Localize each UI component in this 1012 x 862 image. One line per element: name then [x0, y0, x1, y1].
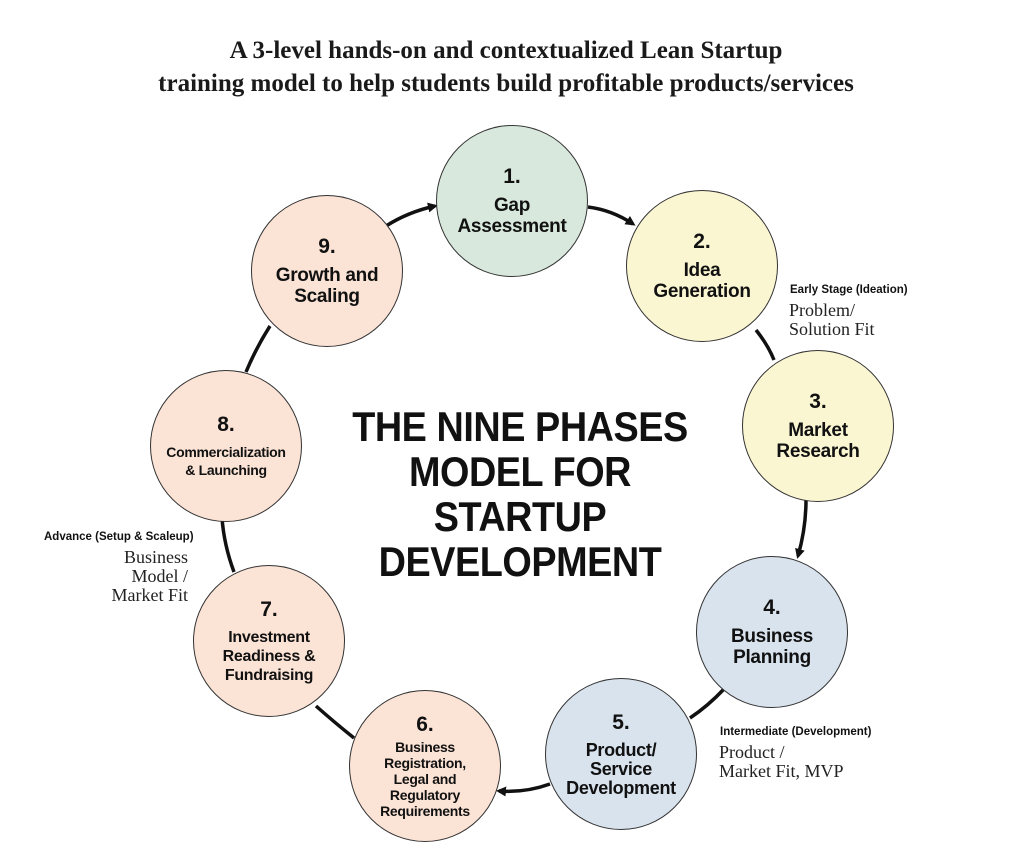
arrow-1-to-2 — [587, 205, 636, 226]
phase-number: 5. — [612, 710, 630, 734]
phase-number: 9. — [318, 235, 336, 258]
phase-label: Growth and Scaling — [275, 265, 379, 307]
phase-3-market-research: 3. Market Research — [742, 350, 894, 502]
phase-2-idea-generation: 2. Idea Generation — [626, 190, 778, 342]
phase-1-gap-assessment: 1. Gap Assessment — [436, 125, 588, 277]
phase-number: 2. — [693, 230, 711, 253]
stage-label-intermediate: Intermediate (Development) — [720, 726, 872, 738]
connector-7-to-8 — [220, 517, 236, 573]
phase-8-commercialization-launching: 8. Commercialization & Launching — [150, 370, 302, 522]
phase-7-investment-readiness: 7. Investment Readiness & Fundraising — [193, 565, 345, 717]
phase-number: 1. — [503, 165, 521, 188]
connector-6-to-7 — [314, 704, 356, 740]
center-title-line: MODEL FOR — [408, 448, 632, 495]
phase-label: Business Planning — [730, 626, 814, 668]
phase-label: Business Registration, Legal and Regulatory… — [380, 739, 470, 819]
stage-sub-intermediate: Product / Market Fit, MVP — [719, 742, 844, 781]
arrow-3-to-4 — [795, 499, 808, 559]
phase-number: 4. — [763, 596, 781, 619]
stage-sub-advance: Business Model / Market Fit — [111, 547, 189, 605]
phase-4-business-planning: 4. Business Planning — [696, 556, 848, 708]
connector-4-to-5 — [689, 687, 726, 720]
phase-label: Idea Generation — [653, 260, 751, 302]
phase-9-growth-and-scaling: 9. Growth and Scaling — [251, 195, 403, 347]
connector-8-to-9 — [244, 325, 272, 373]
phase-5-product-service-development: 5. Product/Service Development — [545, 678, 697, 830]
stage-label-early: Early Stage (Ideation) — [790, 284, 908, 296]
phase-label: Market Research — [776, 420, 860, 462]
phase-label: Commercialization & Launching — [166, 444, 286, 478]
phase-6-business-registration: 6. Business Registration, Legal and Regulat… — [349, 690, 501, 842]
phase-number: 6. — [416, 713, 434, 736]
phase-number: 3. — [809, 390, 827, 413]
stage-sub-early: Problem/Solution Fit — [789, 300, 875, 339]
phase-label: Investment Readiness & Fundraising — [222, 628, 316, 684]
arrow-5-to-6 — [496, 782, 551, 797]
phase-label: Gap Assessment — [457, 195, 567, 237]
center-title: THE NINE PHASES MODEL FOR STARTUP DEVELO… — [349, 404, 691, 584]
center-title-line: DEVELOPMENT — [378, 538, 662, 585]
phase-number: 8. — [217, 413, 235, 436]
phase-label: Product/Service Development — [566, 739, 676, 798]
center-title-line: THE NINE PHASES — [352, 403, 688, 450]
arrow-9-to-1 — [385, 202, 438, 228]
phase-number: 7. — [260, 597, 278, 621]
stage-label-advance: Advance (Setup & Scaleup) — [44, 531, 194, 543]
connector-2-to-3 — [754, 328, 776, 361]
center-title-line: STARTUP — [433, 493, 607, 540]
